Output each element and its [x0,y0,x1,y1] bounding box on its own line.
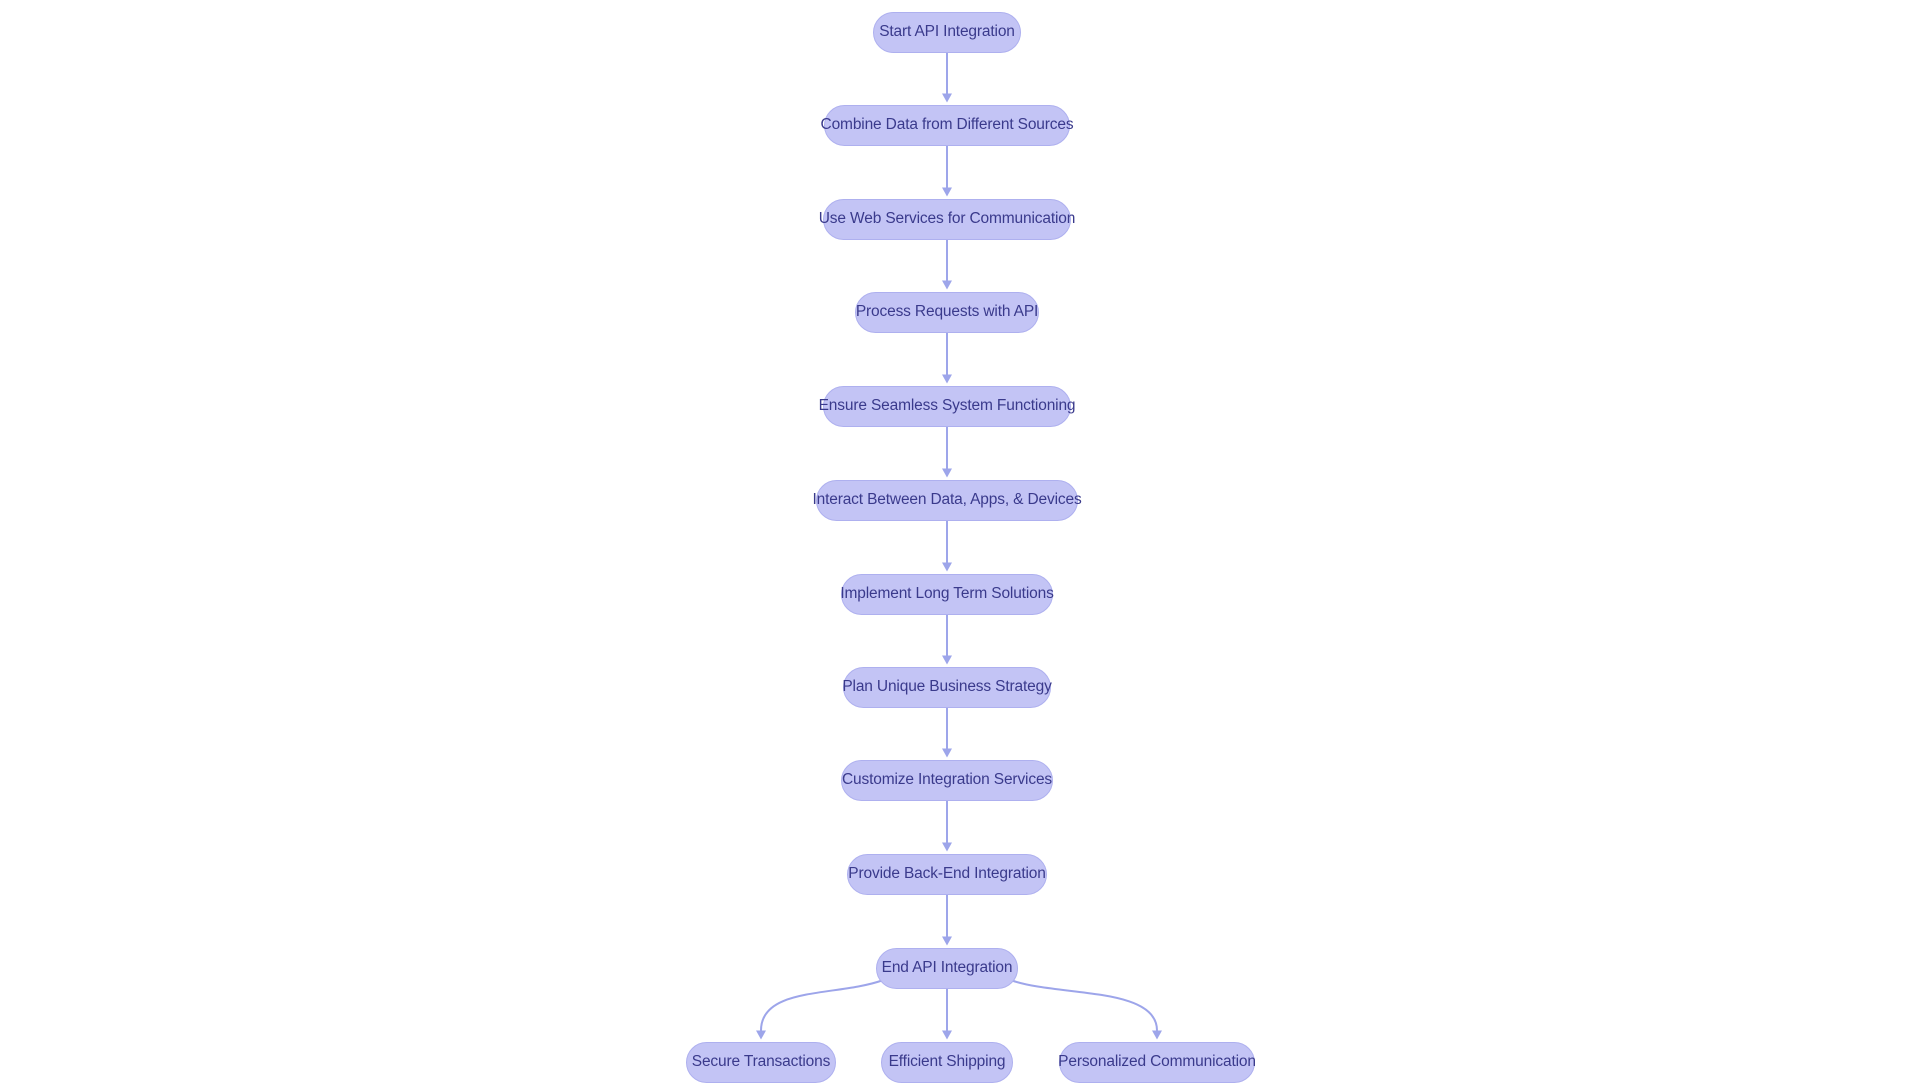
flow-node-label: Interact Between Data, Apps, & Devices [812,491,1082,509]
flow-edge-n3-to-n4-arrowhead [942,280,952,290]
flow-node-label: End API Integration [881,959,1013,977]
flow-node-n13[interactable]: Efficient Shipping [881,1041,1013,1083]
flow-node-n2[interactable]: Combine Data from Different Sources [821,104,1074,146]
flow-node-label: Personalized Communication [1058,1053,1256,1071]
flow-edge-n10-to-n11-arrowhead [942,936,952,946]
flow-edge-n8-to-n9-arrowhead [942,748,952,758]
flow-node-n12[interactable]: Secure Transactions [686,1041,836,1083]
flow-edge-n9-to-n10-arrowhead [942,842,952,852]
flow-node-n9[interactable]: Customize Integration Services [841,759,1053,801]
flow-node-n11[interactable]: End API Integration [876,947,1018,989]
flow-edge-n1-to-n2-arrowhead [942,93,952,103]
flow-node-label: Secure Transactions [691,1053,831,1071]
flow-node-label: Combine Data from Different Sources [820,116,1074,134]
flow-node-n6[interactable]: Interact Between Data, Apps, & Devices [812,479,1082,521]
flow-edge-n4-to-n5-arrowhead [942,374,952,384]
flow-node-label: Efficient Shipping [888,1053,1006,1071]
flow-edge-n11-to-n14-arrowhead [1152,1030,1162,1040]
flow-node-n3[interactable]: Use Web Services for Communication [819,198,1075,240]
flow-node-label: Process Requests with API [855,303,1039,321]
flow-node-n4[interactable]: Process Requests with API [855,291,1039,333]
flow-node-label: Provide Back-End Integration [848,865,1046,883]
flowchart-canvas: Start API Integration Combine Data from D… [0,0,1920,1083]
flow-node-label: Customize Integration Services [842,771,1053,789]
flow-node-n7[interactable]: Implement Long Term Solutions [840,573,1054,615]
flow-node-label: Start API Integration [879,23,1015,41]
flow-edge-n5-to-n6-arrowhead [942,468,952,478]
flow-edge-n11-to-n13-arrowhead [942,1030,952,1040]
flow-edge-n11-to-n12 [760,979,883,1031]
flow-node-label: Plan Unique Business Strategy [842,678,1052,696]
flow-edge-n2-to-n3-arrowhead [942,187,952,197]
flow-edge-n11-to-n14 [1011,979,1158,1031]
flow-node-n14[interactable]: Personalized Communication [1058,1041,1256,1083]
flow-node-label: Implement Long Term Solutions [840,585,1054,603]
flow-node-n8[interactable]: Plan Unique Business Strategy [842,666,1052,708]
flow-edge-n7-to-n8-arrowhead [942,655,952,665]
flow-node-n5[interactable]: Ensure Seamless System Functioning [819,385,1076,427]
flow-node-label: Ensure Seamless System Functioning [818,397,1076,415]
edge-layer [756,52,1162,1040]
flow-node-label: Use Web Services for Communication [818,210,1076,228]
flow-edge-n11-to-n12-arrowhead [756,1030,766,1040]
flow-node-n1[interactable]: Start API Integration [873,11,1021,53]
flow-node-n10[interactable]: Provide Back-End Integration [847,853,1047,895]
flow-edge-n6-to-n7-arrowhead [942,562,952,572]
